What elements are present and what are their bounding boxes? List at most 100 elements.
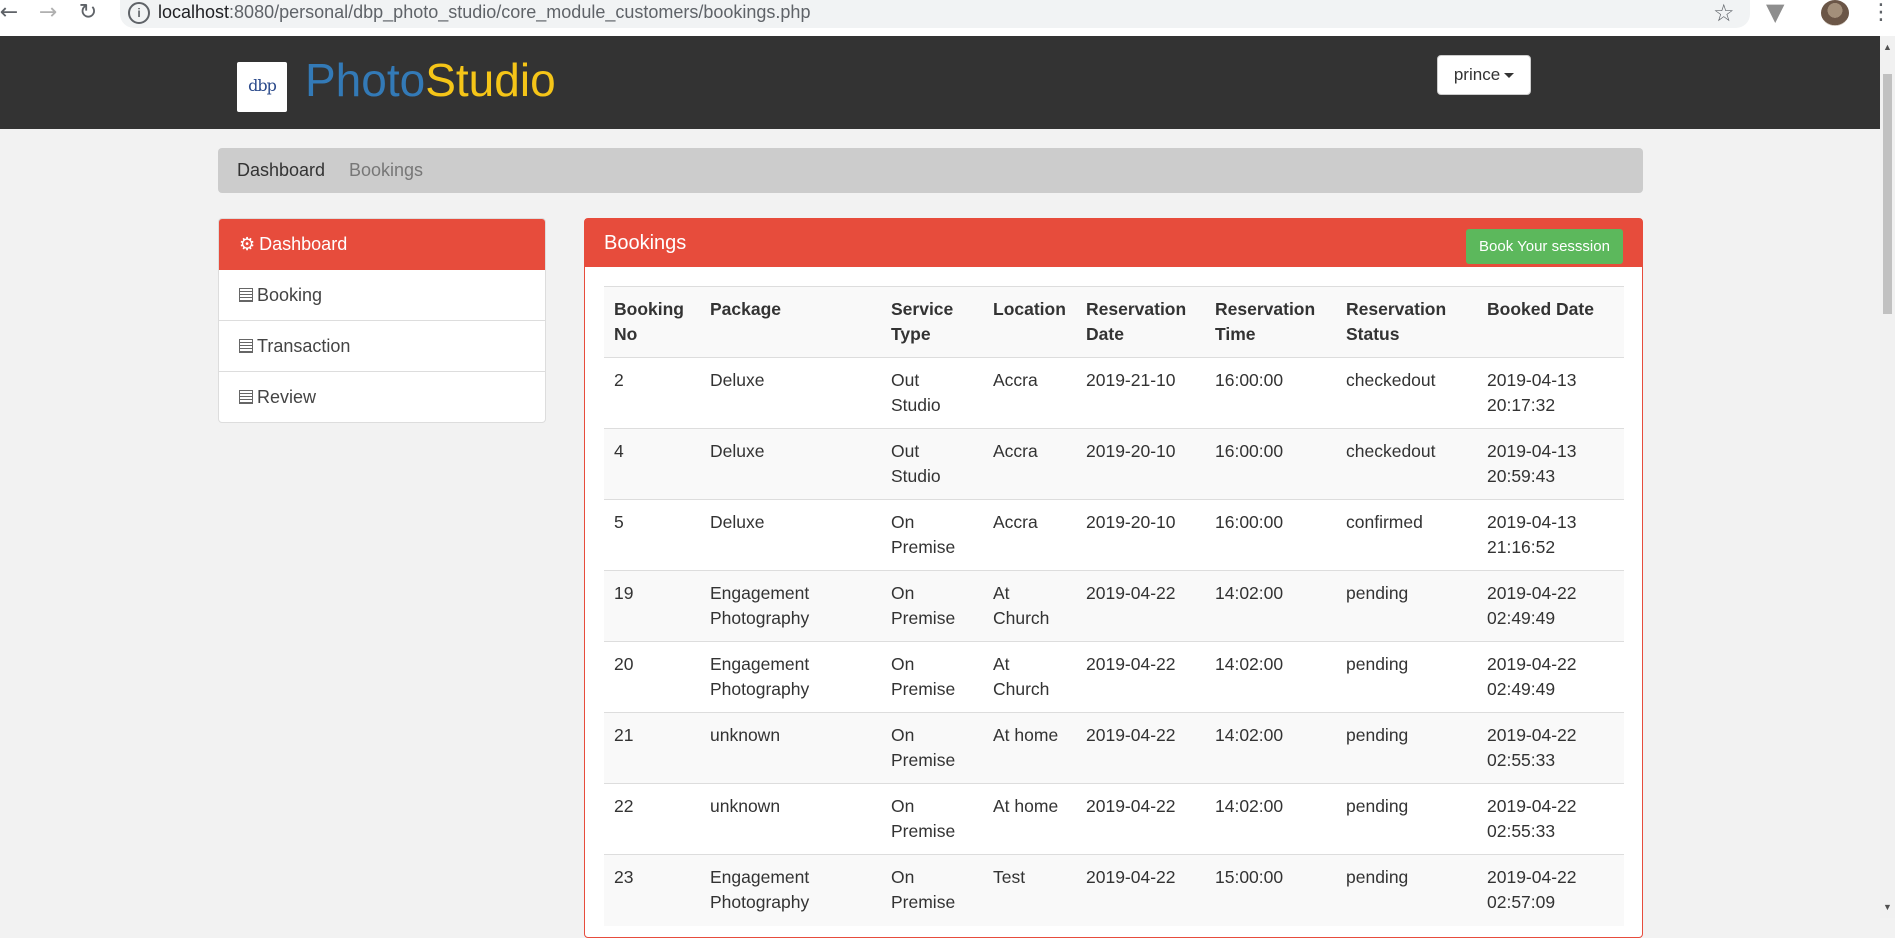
table-cell: unknown <box>700 783 881 855</box>
table-cell: 5 <box>604 499 700 571</box>
table-cell: Test <box>983 854 1076 926</box>
table-cell: 14:02:00 <box>1205 783 1336 855</box>
caret-down-icon <box>1504 73 1515 79</box>
table-cell: 2019-04-22 <box>1076 854 1205 926</box>
table-cell: pending <box>1336 712 1477 784</box>
table-cell: 2019-04-22 02:55:33 <box>1477 783 1624 855</box>
table-row: 5 Deluxe On Premise Accra 2019-20-10 16:00:00… <box>604 499 1624 571</box>
list-icon <box>239 390 253 404</box>
table-cell: 2019-20-10 <box>1076 428 1205 500</box>
table-cell: 16:00:00 <box>1205 357 1336 429</box>
column-header[interactable]: Reservation Status <box>1336 286 1477 358</box>
table-cell: On Premise <box>881 570 983 642</box>
table-cell: Deluxe <box>700 499 881 571</box>
brand-studio: Studio <box>425 54 556 106</box>
url-text[interactable]: localhost:8080/personal/dbp_photo_studio… <box>158 2 810 23</box>
sidebar-item-label: Review <box>257 387 317 407</box>
column-header[interactable]: Booking No <box>604 286 700 358</box>
table-row: 2 Deluxe Out Studio Accra 2019-21-10 16:00:00… <box>604 357 1624 429</box>
table-cell: 16:00:00 <box>1205 499 1336 571</box>
column-header[interactable]: Reservation Date <box>1076 286 1205 358</box>
column-header[interactable]: Reservation Time <box>1205 286 1336 358</box>
table-cell: 2019-04-13 20:59:43 <box>1477 428 1624 500</box>
breadcrumb: Dashboard Bookings <box>218 148 1643 193</box>
table-cell: 2019-04-22 <box>1076 712 1205 784</box>
scroll-down-arrow-icon[interactable]: ▼ <box>1880 898 1895 916</box>
scrollbar-thumb[interactable] <box>1883 74 1892 314</box>
table-cell: On Premise <box>881 712 983 784</box>
table-cell: On Premise <box>881 854 983 926</box>
sidebar-item-review[interactable]: Review <box>219 372 545 422</box>
profile-avatar[interactable] <box>1821 0 1849 26</box>
table-cell: pending <box>1336 854 1477 926</box>
extension-icon[interactable]: ▼ <box>1766 0 1784 26</box>
sidebar-item-transaction[interactable]: Transaction <box>219 321 545 372</box>
table-cell: At Church <box>983 570 1076 642</box>
gear-icon: ⚙ <box>239 234 256 255</box>
back-arrow-icon[interactable]: ← <box>0 0 22 25</box>
table-cell: 19 <box>604 570 700 642</box>
reload-icon[interactable]: ↻ <box>75 0 101 25</box>
table-cell: 14:02:00 <box>1205 570 1336 642</box>
table-cell: Out Studio <box>881 428 983 500</box>
table-cell: 14:02:00 <box>1205 641 1336 713</box>
brand-photo: Photo <box>305 54 426 106</box>
sidebar-menu: ⚙ Dashboard Booking Transaction Review <box>218 218 546 423</box>
user-dropdown-button[interactable]: prince <box>1437 55 1531 95</box>
breadcrumb-dashboard[interactable]: Dashboard <box>237 160 325 181</box>
forward-arrow-icon[interactable]: → <box>35 0 61 25</box>
table-cell: Deluxe <box>700 428 881 500</box>
table-row: 4 Deluxe Out Studio Accra 2019-20-10 16:00:00… <box>604 428 1624 500</box>
info-icon[interactable]: i <box>128 2 150 24</box>
table-cell: pending <box>1336 783 1477 855</box>
bookmark-star-icon[interactable]: ☆ <box>1713 0 1735 27</box>
column-header[interactable]: Package <box>700 286 881 358</box>
table-cell: 22 <box>604 783 700 855</box>
table-cell: At Church <box>983 641 1076 713</box>
bookings-table-wrapper: Booking No Package Service Type Location… <box>604 286 1624 926</box>
table-row: 19 Engagement Photography On Premise At Chu… <box>604 570 1624 642</box>
sidebar-item-dashboard[interactable]: ⚙ Dashboard <box>219 219 545 270</box>
table-cell: 2019-20-10 <box>1076 499 1205 571</box>
sidebar-item-label: Dashboard <box>259 234 348 254</box>
table-cell: Out Studio <box>881 357 983 429</box>
column-header[interactable]: Location <box>983 286 1076 358</box>
url-host: localhost <box>158 2 230 22</box>
table-cell: At home <box>983 783 1076 855</box>
table-cell: Engagement Photography <box>700 570 881 642</box>
table-cell: 15:00:00 <box>1205 854 1336 926</box>
column-header[interactable]: Service Type <box>881 286 983 358</box>
breadcrumb-bookings: Bookings <box>349 160 424 180</box>
brand-logo[interactable]: dbp <box>237 62 287 112</box>
table-cell: 2019-04-22 02:57:09 <box>1477 854 1624 926</box>
table-cell: 16:00:00 <box>1205 428 1336 500</box>
table-cell: On Premise <box>881 783 983 855</box>
scroll-up-arrow-icon[interactable]: ▲ <box>1880 36 1895 54</box>
table-cell: unknown <box>700 712 881 784</box>
table-cell: confirmed <box>1336 499 1477 571</box>
table-cell: checkedout <box>1336 428 1477 500</box>
table-cell: 2 <box>604 357 700 429</box>
table-cell: checkedout <box>1336 357 1477 429</box>
logo-text: dbp <box>248 76 277 95</box>
table-row: 22 unknown On Premise At home 2019-04-22 14:0… <box>604 783 1624 855</box>
table-cell: On Premise <box>881 641 983 713</box>
brand-title[interactable]: PhotoStudio <box>305 51 556 109</box>
table-cell: 2019-04-22 02:49:49 <box>1477 570 1624 642</box>
table-header-row: Booking No Package Service Type Location… <box>604 286 1624 358</box>
table-cell: 14:02:00 <box>1205 712 1336 784</box>
table-cell: Accra <box>983 428 1076 500</box>
table-cell: 20 <box>604 641 700 713</box>
browser-menu-icon[interactable]: ⋮ <box>1870 0 1892 25</box>
table-cell: 2019-04-13 21:16:52 <box>1477 499 1624 571</box>
sidebar-item-label: Transaction <box>257 336 351 356</box>
sidebar-item-booking[interactable]: Booking <box>219 270 545 321</box>
table-cell: pending <box>1336 570 1477 642</box>
table-cell: Engagement Photography <box>700 641 881 713</box>
panel-title: Bookings <box>604 232 687 254</box>
list-icon <box>239 288 253 302</box>
user-name: prince <box>1453 65 1501 84</box>
book-session-button[interactable]: Book Your sesssion <box>1466 229 1623 264</box>
table-cell: 23 <box>604 854 700 926</box>
column-header[interactable]: Booked Date <box>1477 286 1624 358</box>
